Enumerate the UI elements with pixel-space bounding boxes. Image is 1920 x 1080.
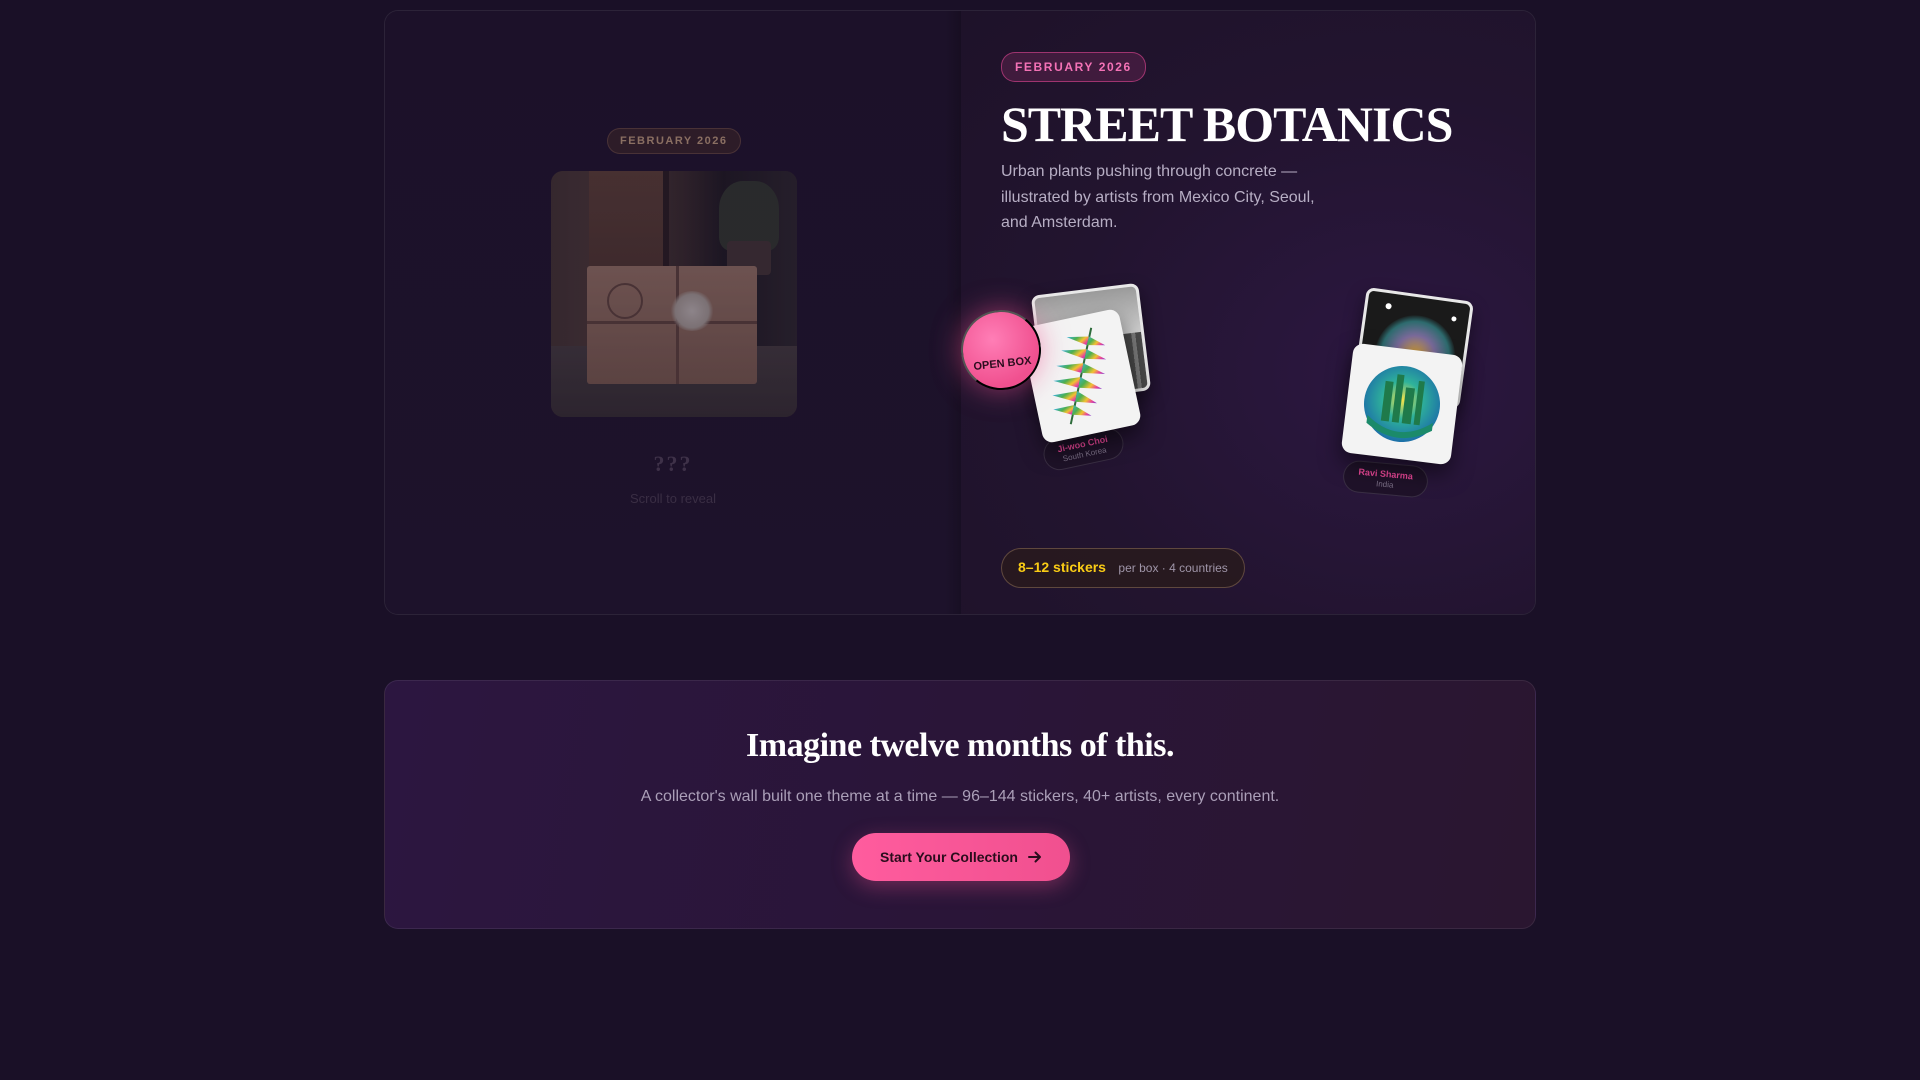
page: FEBRUARY 2026 ??? Scroll to reveal FEBRU… (0, 0, 1920, 1080)
collection-cta-card: Imagine twelve months of this. A collect… (384, 680, 1536, 929)
sticker-count-detail: per box · 4 countries (1118, 561, 1228, 575)
pane-divider (945, 11, 961, 614)
preview-month-badge: FEBRUARY 2026 (607, 128, 741, 154)
mystery-title: ??? (653, 451, 693, 476)
sticker-count: 8–12 stickers (1018, 559, 1106, 575)
city-globe-sticker[interactable] (1340, 342, 1464, 466)
scroll-hint: Scroll to reveal (630, 491, 716, 506)
start-collection-button[interactable]: Start Your Collection (852, 833, 1070, 881)
theme-title: STREET BOTANICS (1001, 96, 1453, 152)
theme-description: Urban plants pushing through concrete — … (1001, 163, 1315, 231)
box-photo (551, 171, 797, 417)
sticker-count-pill: 8–12 stickers per box · 4 countries (1001, 548, 1245, 588)
cta-subtitle: A collector's wall built one theme at a … (640, 788, 1280, 805)
start-collection-label: Start Your Collection (880, 849, 1018, 865)
month-badge: FEBRUARY 2026 (1001, 52, 1146, 82)
monthly-box-card: FEBRUARY 2026 ??? Scroll to reveal FEBRU… (384, 10, 1536, 615)
city-globe-icon (1364, 366, 1440, 442)
arrow-right-icon (1027, 851, 1041, 863)
cta-title: Imagine twelve months of this. (746, 727, 1174, 764)
